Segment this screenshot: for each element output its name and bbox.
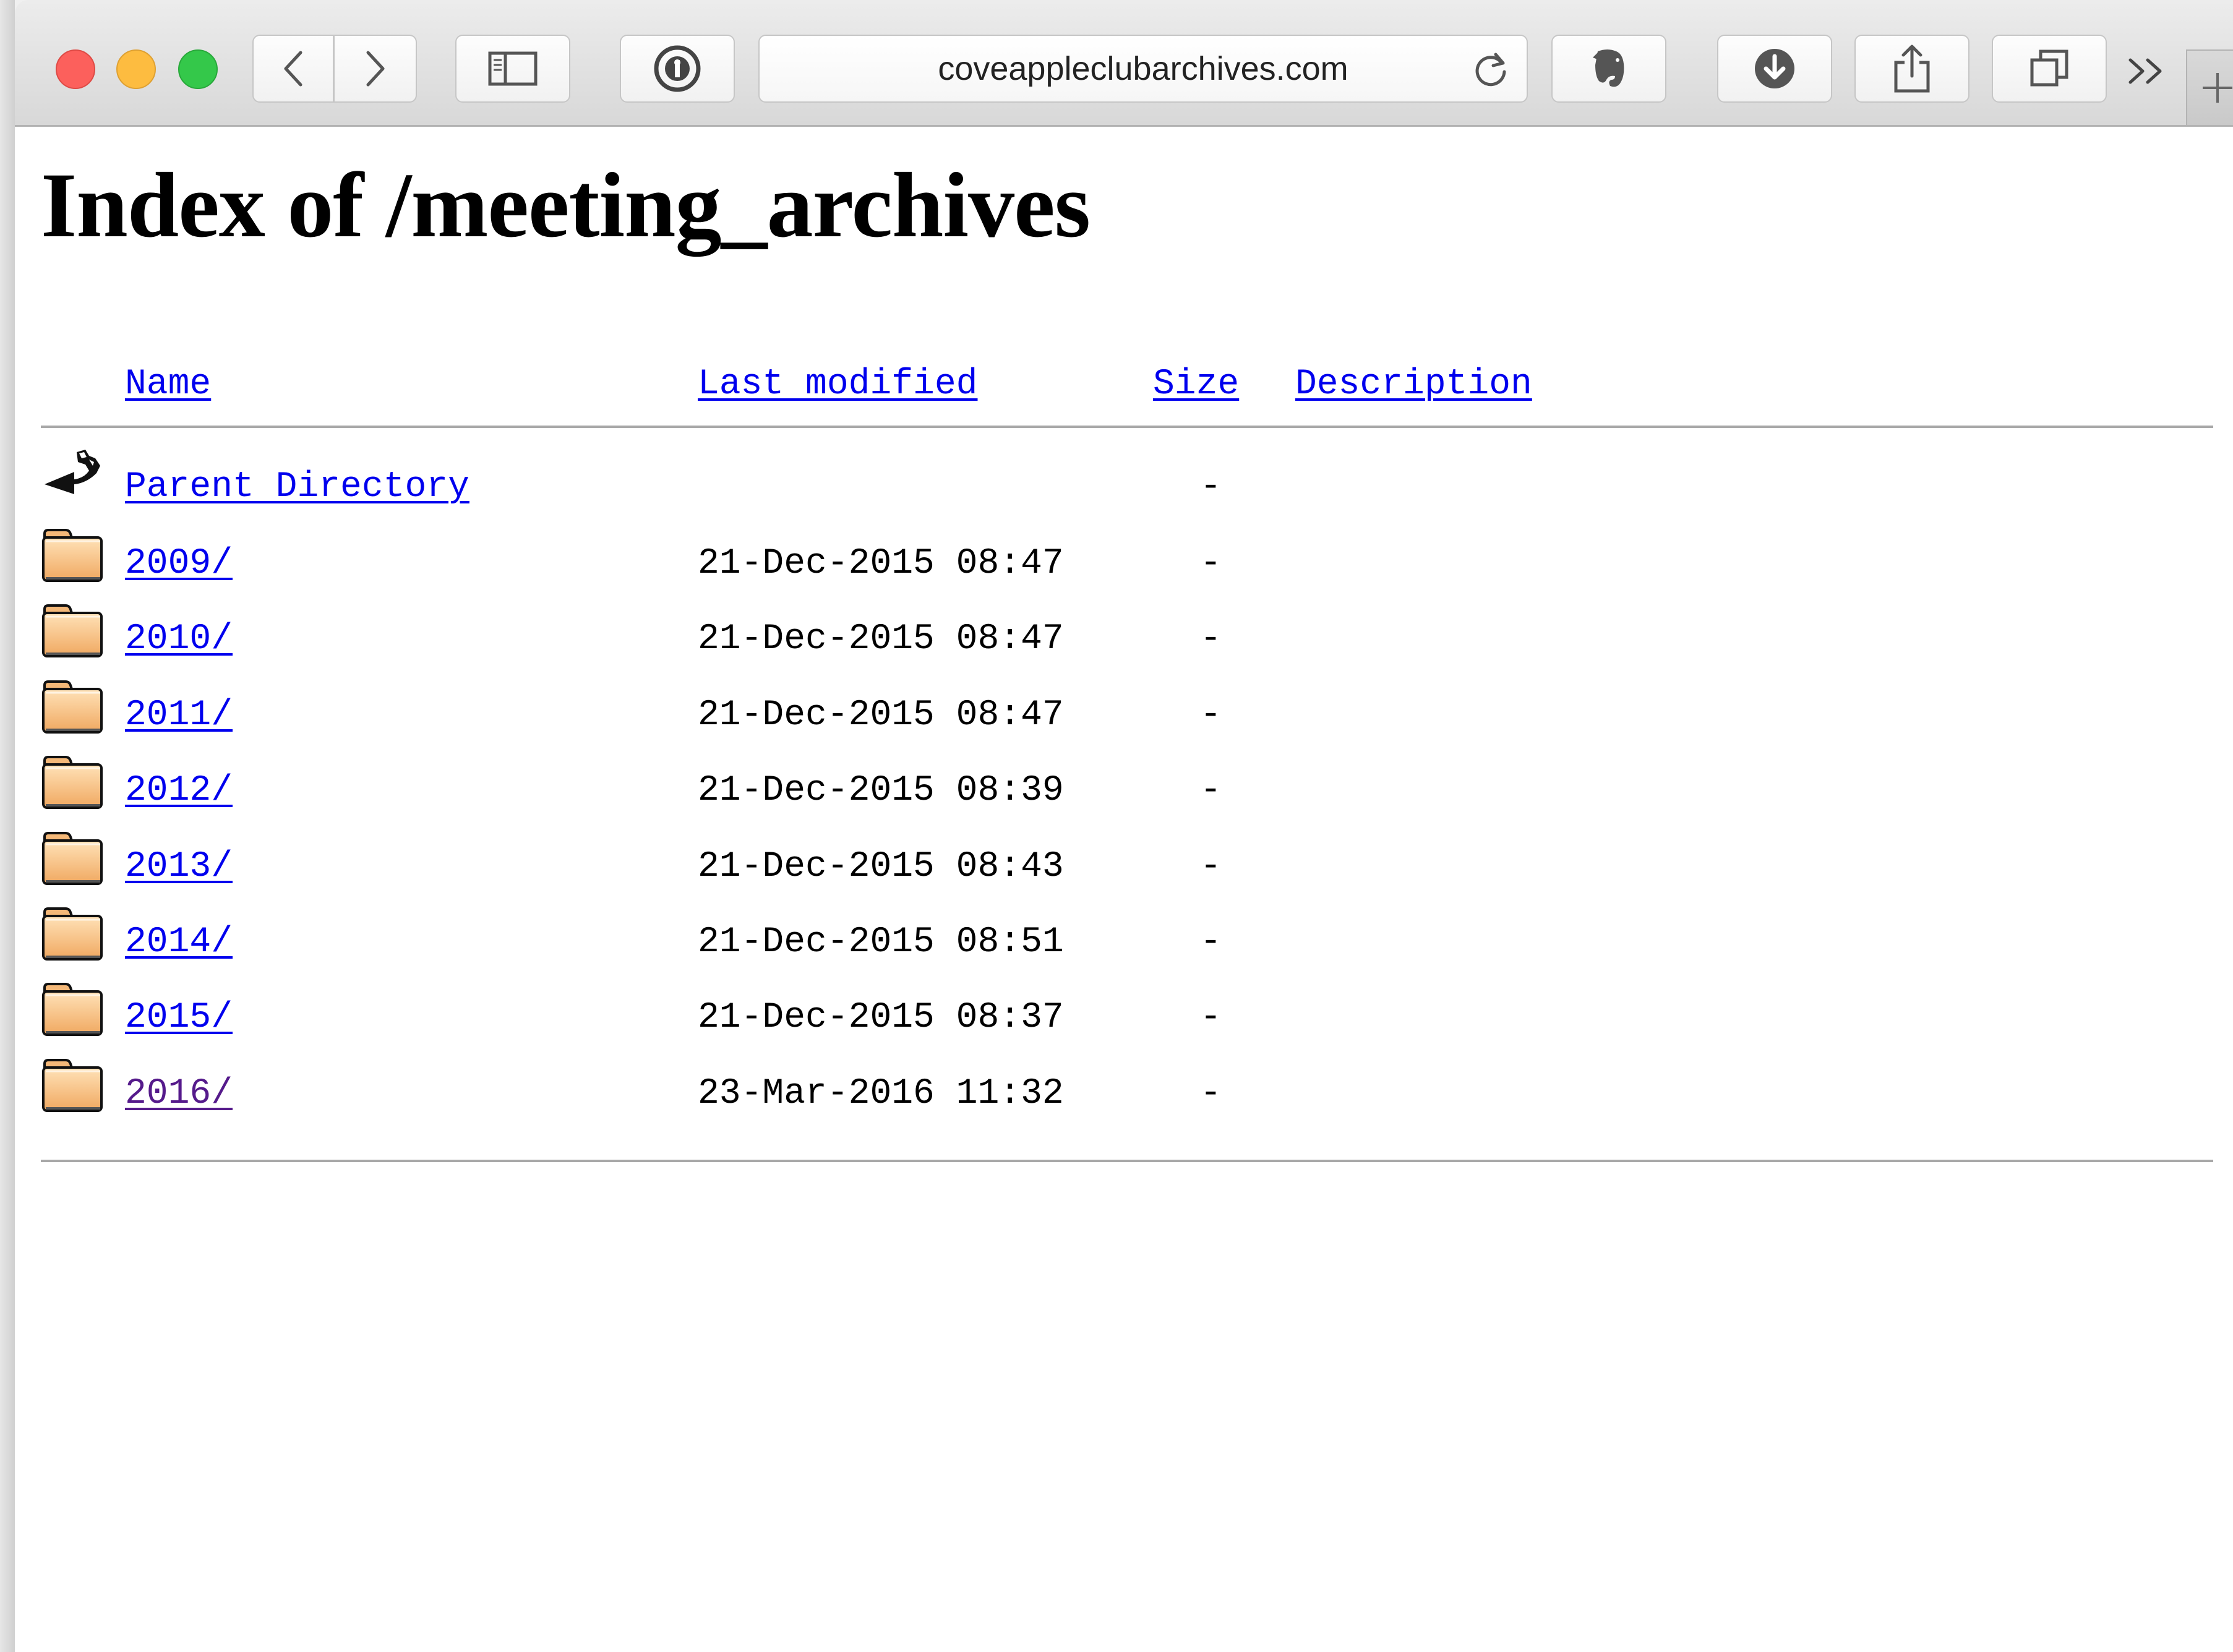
file-size: - [1200,1073,1222,1114]
file-size: - [1200,695,1222,735]
directory-link[interactable]: 2013/ [125,849,233,885]
parent-directory-link[interactable]: Parent Directory [125,469,469,505]
share-button[interactable] [1854,35,1969,103]
parent-directory-size: - [1200,467,1222,507]
chevron-left-icon [284,51,302,87]
back-arrow-icon [45,450,100,494]
directory-link[interactable]: 2009/ [125,546,233,582]
parent-directory-row: Parent Directory - [15,450,2180,523]
page-title: Index of /meeting_archives [41,154,1091,257]
zoom-window-button[interactable] [178,49,218,89]
file-size: - [1200,922,1222,962]
keyhole-icon [654,45,701,92]
directory-link[interactable]: 2014/ [125,925,233,961]
last-modified: 21-Dec-2015 08:51 [698,922,1064,962]
window-edge [0,0,15,1652]
show-tabs-button[interactable] [1992,35,2107,103]
directory-row: 2012/ 21-Dec-2015 08:39 - [15,756,2180,826]
folder-icon [42,1058,103,1112]
folder-icon [42,907,103,961]
last-modified: 23-Mar-2016 11:32 [698,1073,1064,1114]
column-header-description[interactable]: Description [1295,367,1532,403]
file-size: - [1200,544,1222,584]
new-tab-button[interactable] [2186,49,2233,125]
evernote-elephant-icon [1593,49,1624,87]
tabs-overview-icon [2030,49,2068,87]
last-modified: 21-Dec-2015 08:47 [698,695,1064,735]
file-size: - [1200,771,1222,811]
last-modified: 21-Dec-2015 08:47 [698,619,1064,660]
folder-icon [42,983,103,1037]
forward-button[interactable] [334,35,417,103]
reload-icon[interactable] [1471,49,1511,89]
footer-divider [41,1160,2213,1162]
last-modified: 21-Dec-2015 08:47 [698,544,1064,584]
file-size: - [1200,619,1222,660]
column-header-name[interactable]: Name [125,367,211,403]
minimize-window-button[interactable] [116,49,156,89]
browser-window: coveappleclubarchives.com Index of /meet… [0,0,2233,1652]
directory-row: 2014/ 21-Dec-2015 08:51 - [15,907,2180,978]
last-modified: 21-Dec-2015 08:39 [698,771,1064,811]
close-window-button[interactable] [56,49,95,89]
directory-row: 2011/ 21-Dec-2015 08:47 - [15,680,2180,751]
directory-link[interactable]: 2016/ [125,1076,233,1112]
directory-row: 2009/ 21-Dec-2015 08:47 - [15,529,2180,599]
column-header-size[interactable]: Size [1153,367,1239,403]
evernote-button[interactable] [1551,35,1666,103]
double-chevron-right-icon [2128,58,2162,84]
chevron-right-icon [366,51,384,87]
file-size: - [1200,846,1222,887]
address-bar[interactable]: coveappleclubarchives.com [758,35,1528,103]
directory-row: 2015/ 21-Dec-2015 08:37 - [15,983,2180,1053]
password-manager-button[interactable] [620,35,735,103]
directory-row: 2010/ 21-Dec-2015 08:47 - [15,604,2180,675]
folder-icon [42,604,103,658]
toolbar-overflow-button[interactable] [2115,43,2177,99]
share-icon [1894,45,1930,93]
header-divider [41,426,2213,428]
directory-row: 2013/ 21-Dec-2015 08:43 - [15,831,2180,902]
last-modified: 21-Dec-2015 08:37 [698,998,1064,1038]
file-size: - [1200,998,1222,1038]
folder-icon [42,680,103,734]
directory-link[interactable]: 2010/ [125,622,233,657]
sidebar-icon [488,51,538,86]
folder-icon [42,529,103,582]
sidebar-button[interactable] [455,35,570,103]
address-url: coveappleclubarchives.com [938,50,1348,87]
folder-icon [42,831,103,885]
download-icon [1755,49,1794,88]
back-button[interactable] [252,35,334,103]
directory-link[interactable]: 2015/ [125,1000,233,1036]
plus-icon [2203,73,2232,103]
directory-link[interactable]: 2011/ [125,697,233,734]
column-header-last-modified[interactable]: Last modified [698,367,977,403]
directory-row: 2016/ 23-Mar-2016 11:32 - [15,1058,2180,1129]
downloads-button[interactable] [1717,35,1832,103]
folder-icon [42,756,103,810]
directory-link[interactable]: 2012/ [125,773,233,809]
browser-toolbar: coveappleclubarchives.com [15,0,2233,127]
last-modified: 21-Dec-2015 08:43 [698,846,1064,887]
page-content: Index of /meeting_archives Name Last mod… [15,127,2233,1652]
